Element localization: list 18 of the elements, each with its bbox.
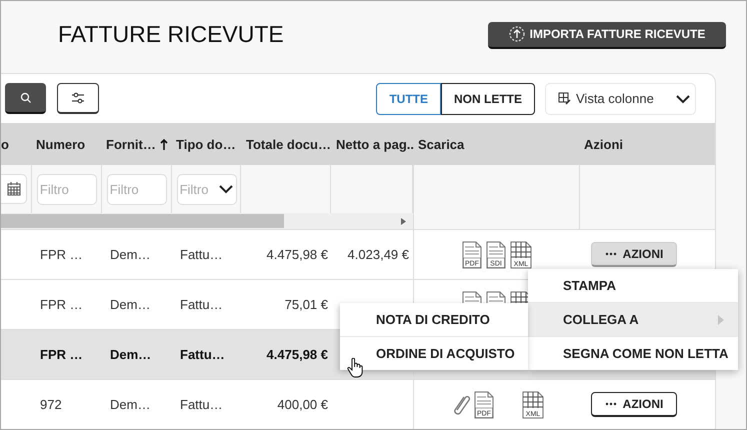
table-cell: Fattu… <box>180 347 225 362</box>
table-cell: Dem… <box>110 397 150 412</box>
table-cell: Dem… <box>110 297 150 312</box>
table-cell: 4.475,98 € <box>266 347 328 362</box>
table-cell: Dem… <box>110 247 150 262</box>
table-cell: FPR … <box>40 297 83 312</box>
page-title: FATTURE RICEVUTE <box>58 20 285 48</box>
table-cell: Fattu… <box>180 397 223 412</box>
table-cell: FPR … <box>40 347 83 362</box>
table-cell: 4.023,49 € <box>348 247 409 262</box>
table-cell: 75,01 € <box>284 297 328 312</box>
table-cell: 4.475,98 € <box>266 247 328 262</box>
table-cell: FPR … <box>40 247 83 262</box>
table-cell: 972 <box>40 397 62 412</box>
table-cell: Fattu… <box>180 247 223 262</box>
table-cell: 400,00 € <box>277 397 328 412</box>
table-cell: Fattu… <box>180 297 223 312</box>
table-cell: Dem… <box>110 347 152 362</box>
